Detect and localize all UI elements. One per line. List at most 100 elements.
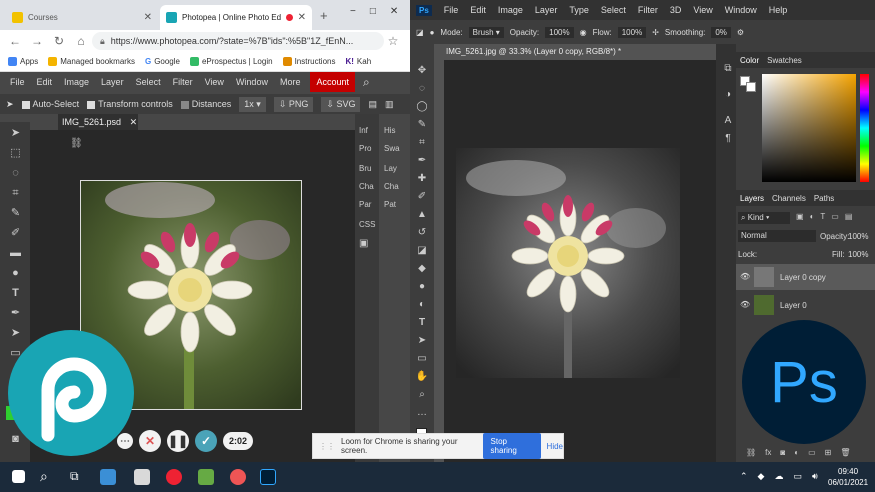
ps-dodge-tool-icon[interactable]: ◐ xyxy=(415,298,429,312)
stop-sharing-button[interactable]: Stop sharing xyxy=(482,433,541,459)
maximize-button[interactable]: □ xyxy=(370,6,376,17)
fill-field[interactable]: 100% xyxy=(848,250,868,259)
ps-menu-type[interactable]: Type xyxy=(563,5,595,15)
tab-photopea[interactable]: Photopea | Online Photo Edi ✕ xyxy=(160,5,312,30)
tab-color[interactable]: Color xyxy=(740,56,759,65)
export-png-button[interactable]: ⇩ PNG xyxy=(273,96,314,112)
menu-window[interactable]: Window xyxy=(230,72,274,92)
outlook-icon[interactable] xyxy=(100,469,116,485)
align-icon[interactable]: ▤ xyxy=(368,99,377,110)
pressure-opacity-icon[interactable]: ◉ xyxy=(580,28,587,37)
ps-shape-tool-icon[interactable]: ▭ xyxy=(415,352,429,366)
back-icon[interactable]: ← xyxy=(8,34,22,48)
ps-move-tool-icon[interactable]: ✥ xyxy=(415,64,429,78)
layer-kind-filter[interactable]: ⌕ Kind ▾ xyxy=(738,212,790,224)
gradient-tool-icon[interactable]: ▬ xyxy=(8,246,23,261)
eraser-tool-icon[interactable]: ◪ xyxy=(416,28,424,37)
ps-menu-view[interactable]: View xyxy=(687,5,718,15)
ps-menu-window[interactable]: Window xyxy=(719,5,763,15)
minimize-button[interactable]: − xyxy=(350,6,356,17)
app-icon[interactable] xyxy=(230,469,246,485)
ps-healing-icon[interactable]: ✚ xyxy=(415,172,429,186)
ps-marquee-tool-icon[interactable]: ◌ xyxy=(415,82,429,96)
mask-icon[interactable]: ◙ xyxy=(780,448,785,457)
marquee-tool-icon[interactable]: ⬚ xyxy=(8,146,23,161)
move-tool-icon[interactable]: ➤ xyxy=(8,126,23,141)
menu-select[interactable]: Select xyxy=(130,72,167,92)
ps-menu-select[interactable]: Select xyxy=(595,5,632,15)
ps-doc-tab[interactable]: IMG_5261.jpg @ 33.3% (Layer 0 copy, RGB/… xyxy=(444,44,624,60)
ps-bucket-tool-icon[interactable]: ◆ xyxy=(415,262,429,276)
close-window-button[interactable]: ✕ xyxy=(390,6,398,17)
paragraph-panel-icon[interactable]: ¶ xyxy=(721,132,735,146)
type-filter-icon[interactable]: T xyxy=(820,212,825,221)
menu-account[interactable]: Account xyxy=(310,72,355,92)
photoshop-taskbar-icon[interactable] xyxy=(260,469,276,485)
bookmark-instructions[interactable]: Instructions xyxy=(282,57,335,66)
chrome-icon[interactable] xyxy=(166,469,182,485)
group-icon[interactable]: ▭ xyxy=(808,448,816,457)
menu-file[interactable]: File xyxy=(4,72,31,92)
new-tab-button[interactable]: + xyxy=(320,8,328,23)
hide-button[interactable]: Hide xyxy=(547,442,563,451)
windows-start-icon[interactable] xyxy=(12,470,25,483)
image-icon[interactable]: ▣ xyxy=(359,238,368,249)
ps-type-tool-icon[interactable]: T xyxy=(415,316,429,330)
menu-layer[interactable]: Layer xyxy=(95,72,130,92)
airbrush-icon[interactable]: ✢ xyxy=(652,28,659,37)
panel-layers[interactable]: Lay xyxy=(384,164,397,173)
zoom-select[interactable]: 1x ▾ xyxy=(239,96,266,112)
ps-crop-tool-icon[interactable]: ⌗ xyxy=(415,136,429,150)
loom-finish-button[interactable]: ✓ xyxy=(195,430,217,452)
bookmark-eprospectus[interactable]: eProspectus | Login xyxy=(189,57,273,66)
brush-tool-icon[interactable]: ✐ xyxy=(8,226,23,241)
search-icon[interactable]: ⌕ xyxy=(363,75,370,90)
eyedropper-tool-icon[interactable]: ✎ xyxy=(8,206,23,221)
pen-tool-icon[interactable]: ✒ xyxy=(8,306,23,321)
app-icon[interactable] xyxy=(198,469,214,485)
drag-handle-icon[interactable]: ⋮⋮ xyxy=(319,442,335,451)
settings-gear-icon[interactable]: ⚙ xyxy=(737,28,744,37)
task-view-icon[interactable]: ⧉ xyxy=(70,469,79,484)
move-tool-icon[interactable]: ➤ xyxy=(6,99,14,110)
clock[interactable]: 09:40 06/01/2021 xyxy=(828,466,868,488)
app-icon[interactable] xyxy=(134,469,150,485)
character-panel-icon[interactable]: A xyxy=(721,114,735,128)
blend-mode-select[interactable]: Normal xyxy=(738,230,816,242)
ps-menu-file[interactable]: File xyxy=(438,5,465,15)
volume-icon[interactable]: 🔊︎ xyxy=(812,471,818,482)
bookmark-apps[interactable]: Apps xyxy=(8,57,38,66)
drop-tool-icon[interactable]: ● xyxy=(8,266,23,281)
ps-eraser-tool-icon[interactable]: ◪ xyxy=(415,244,429,258)
distances-checkbox[interactable]: Distances xyxy=(180,99,231,109)
ps-menu-help[interactable]: Help xyxy=(763,5,794,15)
lasso-tool-icon[interactable]: ◌ xyxy=(8,166,23,181)
ps-menu-filter[interactable]: Filter xyxy=(632,5,664,15)
loom-more-button[interactable]: ⋯ xyxy=(117,433,133,449)
panel-channels[interactable]: Cha xyxy=(384,182,399,191)
fx-icon[interactable]: fx xyxy=(765,448,771,457)
layer-row-original[interactable]: 👁︎ Layer 0 xyxy=(736,292,875,318)
distribute-icon[interactable]: ▥ xyxy=(385,99,394,110)
export-svg-button[interactable]: ⇩ SVG xyxy=(321,96,361,112)
tab-layers[interactable]: Layers xyxy=(740,194,764,203)
adjustment-filter-icon[interactable]: ◐ xyxy=(810,212,815,221)
ps-more-tools-icon[interactable]: … xyxy=(415,406,429,420)
menu-more[interactable]: More xyxy=(274,72,307,92)
panel-properties[interactable]: Pro xyxy=(359,144,371,153)
flow-field[interactable]: 100% xyxy=(617,26,647,38)
panel-character[interactable]: Cha xyxy=(359,182,374,191)
crop-tool-icon[interactable]: ⌗ xyxy=(8,186,23,201)
ps-brush-tool-icon[interactable]: ✐ xyxy=(415,190,429,204)
ps-menu-layer[interactable]: Layer xyxy=(529,5,564,15)
mode-select[interactable]: Brush ▾ xyxy=(468,26,504,38)
ps-menu-3d[interactable]: 3D xyxy=(664,5,688,15)
adjustment-layer-icon[interactable]: ◐ xyxy=(794,448,799,457)
smoothing-field[interactable]: 0% xyxy=(711,26,731,38)
omnibox[interactable]: 🔒︎ https://www.photopea.com/?state=%7B"i… xyxy=(92,32,384,50)
home-icon[interactable]: ⌂ xyxy=(74,34,88,48)
tab-channels[interactable]: Channels xyxy=(772,194,806,203)
ps-lasso-tool-icon[interactable]: ◯ xyxy=(415,100,429,114)
color-picker-field[interactable] xyxy=(762,74,856,182)
close-doc-icon[interactable]: ✕ xyxy=(130,117,138,127)
